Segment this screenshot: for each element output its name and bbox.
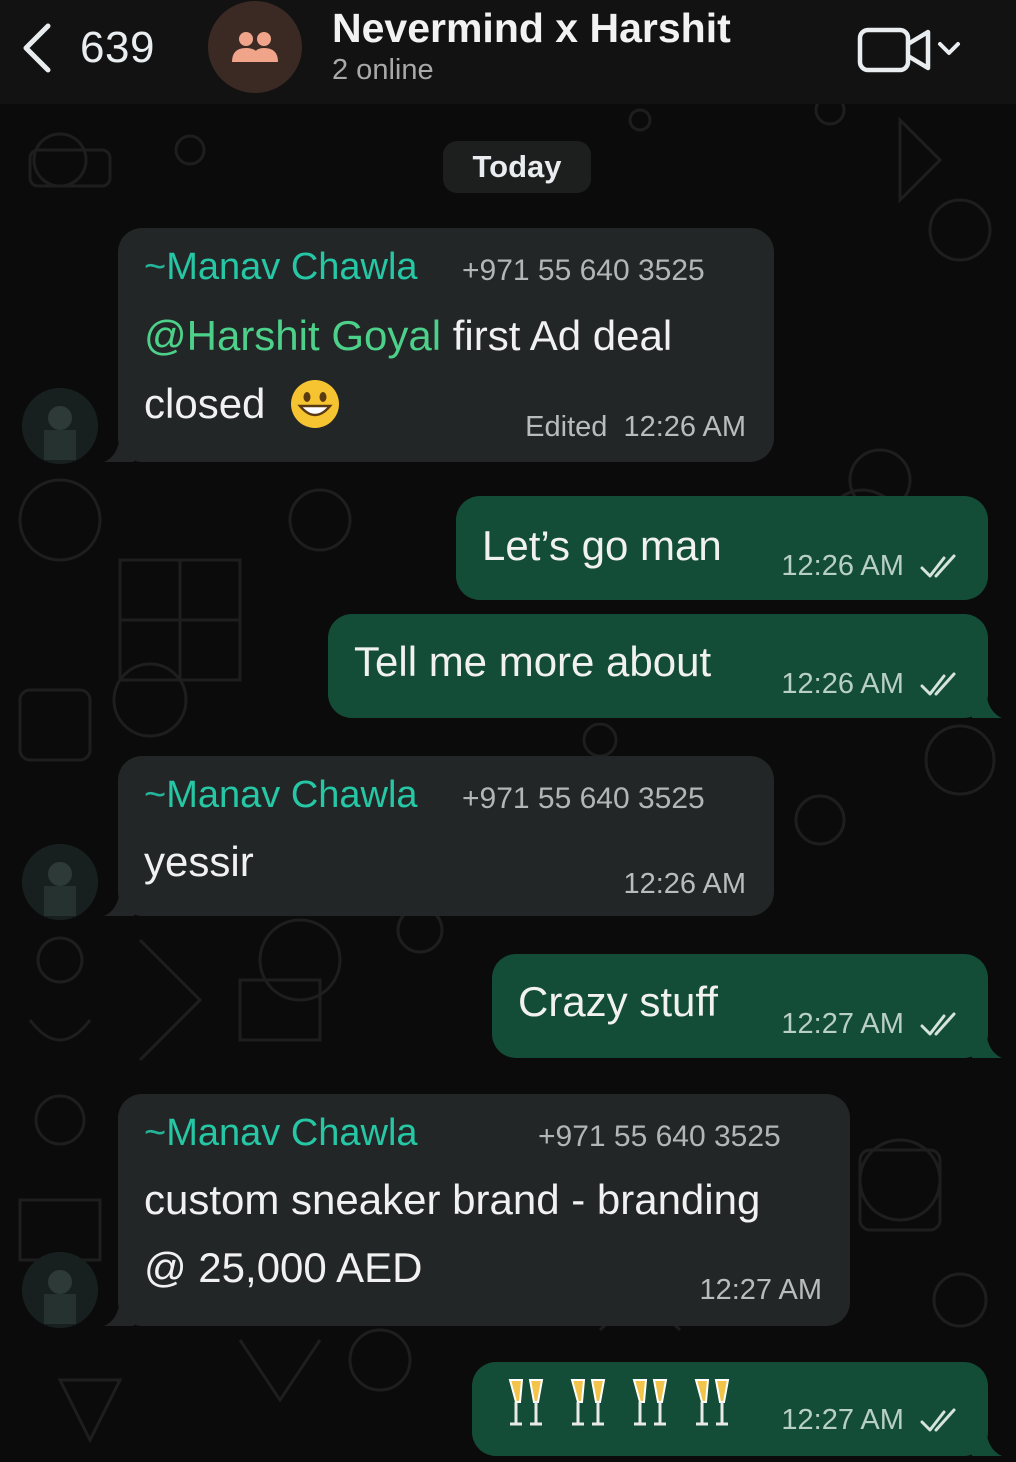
message-time: 12:26 AM — [623, 868, 746, 900]
sender-phone: +971 55 640 3525 — [462, 782, 705, 815]
clinking-glasses-emoji — [570, 1379, 606, 1426]
sender-name[interactable]: Manav Chawla — [166, 774, 417, 816]
unread-count: 639 — [80, 23, 155, 72]
message-meta: 12:26 AM — [781, 550, 962, 583]
message-text-line: custom sneaker brand - branding — [144, 1176, 761, 1223]
chat-header: 639 Nevermind x Harshit 2 online — [0, 0, 1016, 104]
emoji-row — [502, 1376, 736, 1432]
message-bubble-incoming[interactable]: ~Manav Chawla +971 55 640 3525 @Harshit … — [104, 228, 774, 462]
message-meta: 12:26 AM — [781, 668, 962, 701]
double-check-icon — [920, 1012, 956, 1036]
message-time: 12:26 AM — [623, 411, 746, 443]
edited-label: Edited — [525, 411, 608, 443]
message-text-line: closed — [144, 379, 341, 430]
double-check-icon — [920, 1408, 956, 1432]
message-text-line: @ 25,000 AED — [144, 1244, 423, 1291]
date-separator: Today — [443, 141, 591, 193]
message-meta: 12:27 AM — [699, 1274, 822, 1307]
message-time: 12:27 AM — [781, 1008, 904, 1040]
message-text: Let’s go man — [482, 522, 722, 569]
sender-name[interactable]: Manav Chawla — [166, 1112, 417, 1154]
back-button[interactable]: 639 — [18, 18, 155, 78]
message-bubble-outgoing[interactable]: Tell me more about 12:26 AM — [328, 614, 1002, 718]
video-call-button[interactable] — [856, 22, 968, 78]
clinking-glasses-emoji — [632, 1379, 668, 1426]
grinning-face-emoji — [291, 379, 340, 428]
message-bubble-incoming[interactable]: ~Manav Chawla +971 55 640 3525 custom sn… — [104, 1094, 850, 1326]
message-meta: 12:27 AM — [781, 1404, 962, 1437]
message-time: 12:27 AM — [781, 1404, 904, 1436]
chat-title: Nevermind x Harshit — [332, 5, 731, 51]
sender-avatar[interactable] — [22, 844, 98, 920]
message-bubble-outgoing[interactable]: Let’s go man 12:26 AM — [456, 496, 988, 600]
message-bubble-outgoing[interactable]: 12:27 AM — [472, 1362, 1002, 1456]
message-bubble-outgoing[interactable]: Crazy stuff 12:27 AM — [492, 954, 1002, 1058]
message-time: 12:26 AM — [781, 550, 904, 582]
sender-name[interactable]: Manav Chawla — [166, 246, 417, 288]
message-text: Tell me more about — [354, 638, 712, 685]
sender-avatar[interactable] — [22, 388, 98, 464]
group-avatar[interactable] — [208, 1, 302, 93]
bubble-tail — [104, 890, 134, 916]
sender-line: ~Manav Chawla — [144, 246, 418, 289]
mention-link[interactable]: @Harshit Goyal — [144, 312, 441, 359]
clinking-glasses-emoji — [508, 1379, 544, 1426]
sender-prefix: ~ — [144, 1112, 167, 1154]
sender-line: ~Manav Chawla — [144, 774, 418, 817]
message-meta: 12:26 AM — [623, 868, 746, 901]
double-check-icon — [920, 554, 956, 578]
sender-avatar[interactable] — [22, 1252, 98, 1328]
message-time: 12:26 AM — [781, 668, 904, 700]
bubble-tail — [104, 1300, 134, 1326]
message-text-line: @Harshit Goyal first Ad deal — [144, 312, 672, 360]
message-text: closed — [144, 380, 266, 427]
bubble-tail — [972, 1032, 1002, 1058]
chevron-down-icon — [938, 42, 960, 55]
message-meta: Edited 12:26 AM — [525, 411, 746, 444]
bubble-tail — [104, 436, 134, 462]
chat-title-block[interactable]: Nevermind x Harshit 2 online — [332, 4, 731, 87]
chevron-left-icon — [23, 23, 51, 73]
message-bubble-incoming[interactable]: ~Manav Chawla +971 55 640 3525 yessir 12… — [104, 756, 774, 916]
message-text: Crazy stuff — [518, 978, 718, 1025]
message-meta: 12:27 AM — [781, 1008, 962, 1041]
online-status: 2 online — [332, 54, 434, 86]
double-check-icon — [920, 672, 956, 696]
bubble-tail — [972, 1430, 1002, 1456]
bubble-tail — [972, 692, 1002, 718]
sender-prefix: ~ — [144, 774, 167, 816]
message-text: first Ad deal — [441, 312, 673, 359]
sender-prefix: ~ — [144, 246, 167, 288]
message-time: 12:27 AM — [699, 1274, 822, 1306]
sender-line: ~Manav Chawla — [144, 1112, 418, 1155]
clinking-glasses-emoji — [694, 1379, 730, 1426]
group-icon — [232, 32, 278, 62]
video-call-icon — [857, 27, 931, 73]
sender-phone: +971 55 640 3525 — [462, 254, 705, 287]
sender-phone: +971 55 640 3525 — [538, 1120, 781, 1153]
message-text: yessir — [144, 838, 254, 885]
